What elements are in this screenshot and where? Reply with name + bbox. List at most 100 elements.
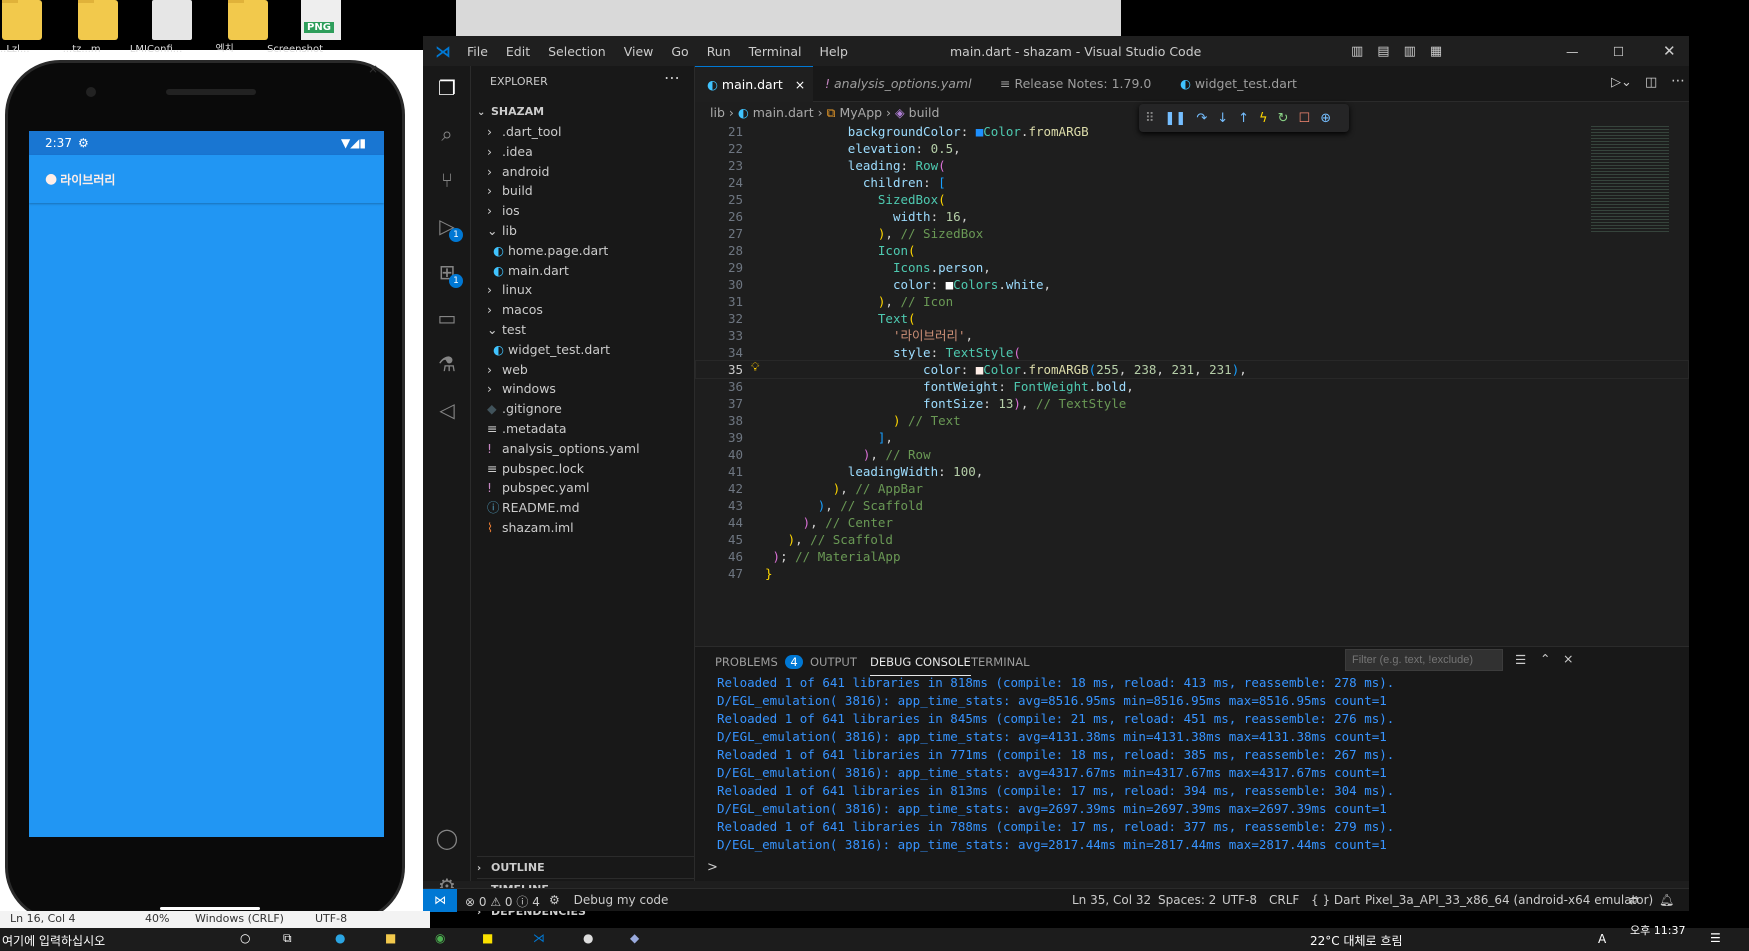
debug-status[interactable]: ⚙ Debug my code — [549, 893, 668, 907]
devtools-icon[interactable]: ⊕ — [1320, 111, 1331, 126]
menu-go[interactable]: Go — [671, 44, 688, 59]
tree-item[interactable]: › .dart_tool — [487, 121, 562, 143]
tree-item[interactable]: ≡ pubspec.lock — [487, 458, 584, 480]
end-of-line[interactable]: CRLF — [1269, 893, 1299, 907]
indentation[interactable]: Spaces: 2 — [1158, 893, 1216, 907]
problems-status[interactable]: ⊗ 0 ⚠ 0 ⓘ 4 — [465, 893, 540, 910]
step-out-icon[interactable]: ↑ — [1238, 111, 1249, 126]
cursor-position[interactable]: Ln 35, Col 32 — [1072, 893, 1151, 907]
drag-handle-icon[interactable]: ⠿ — [1145, 111, 1155, 126]
desktop-folder-icon[interactable] — [78, 0, 118, 40]
stop-icon[interactable]: ☐ — [1299, 111, 1311, 126]
minimap[interactable] — [1591, 124, 1669, 234]
flutter-icon[interactable]: ◁ — [435, 398, 459, 422]
code-editor[interactable]: 21 backgroundColor: ■Color.fromARGB 22 el… — [695, 122, 1689, 646]
panel-tab-problems[interactable]: PROBLEMS 4 — [715, 655, 803, 669]
menu-edit[interactable]: Edit — [506, 44, 530, 59]
split-editor-icon[interactable]: ◫ — [1645, 75, 1657, 90]
kakaotalk-icon[interactable]: ■ — [482, 931, 493, 945]
panel-tab-output[interactable]: OUTPUT — [810, 655, 857, 669]
tree-item[interactable]: › web — [487, 359, 528, 381]
menu-selection[interactable]: Selection — [548, 44, 606, 59]
extensions-icon[interactable]: ⊞ 1 — [435, 260, 463, 288]
maximize-icon[interactable]: ☐ — [1613, 44, 1624, 59]
code-line[interactable]: 47} — [695, 564, 1689, 583]
tree-item[interactable]: › ios — [487, 200, 520, 222]
tree-item[interactable]: ≡ .metadata — [487, 418, 567, 440]
remote-explorer-icon[interactable]: ▭ — [435, 306, 459, 330]
breadcrumb-class[interactable]: MyApp — [839, 105, 882, 120]
tree-item[interactable]: › windows — [487, 378, 556, 400]
tab-close-icon[interactable]: × — [795, 77, 805, 92]
feedback-icon[interactable]: ⇄ — [1629, 893, 1639, 907]
hot-reload-icon[interactable]: ϟ — [1259, 111, 1268, 126]
close-panel-icon[interactable]: × — [1563, 651, 1573, 666]
tree-item[interactable]: ◆ .gitignore — [487, 398, 562, 420]
chrome-icon[interactable]: ◉ — [435, 931, 445, 945]
app-icon[interactable]: ◆ — [630, 931, 639, 945]
tab-widget-test[interactable]: ◐ widget_test.dart — [1168, 66, 1318, 102]
breadcrumb-folder[interactable]: lib — [710, 105, 725, 120]
explorer-icon[interactable]: ❐ — [435, 76, 459, 100]
testing-icon[interactable]: ⚗ — [435, 352, 459, 376]
menu-view[interactable]: View — [624, 44, 654, 59]
tree-item[interactable]: › build — [487, 180, 533, 202]
maximize-panel-icon[interactable]: ⌃ — [1540, 651, 1550, 666]
search-icon[interactable]: ○ — [240, 931, 250, 945]
taskbar-clock[interactable]: 오후 11:37 — [1630, 922, 1685, 938]
run-debug-icon[interactable]: ▷ 1 — [435, 214, 463, 242]
ime-indicator[interactable]: A — [1598, 932, 1606, 946]
menu-file[interactable]: File — [467, 44, 488, 59]
accounts-icon[interactable]: ◯ — [435, 826, 459, 850]
png-file-icon[interactable]: PNG — [301, 0, 341, 40]
vscode-taskbar-icon[interactable]: ⋊ — [533, 931, 545, 945]
flutter-device[interactable]: Pixel_3a_API_33_x86_64 (android-x64 emul… — [1365, 893, 1653, 907]
app-icon[interactable]: ● — [583, 931, 593, 945]
tree-item[interactable]: ◐ widget_test.dart — [493, 339, 610, 361]
tree-item[interactable]: › linux — [487, 279, 532, 301]
edge-icon[interactable]: ● — [335, 931, 345, 945]
run-file-icon[interactable]: ▷⌄ — [1611, 75, 1632, 90]
language-mode[interactable]: { } Dart — [1311, 893, 1360, 907]
config-file-icon[interactable] — [152, 0, 192, 40]
tree-item[interactable]: ! analysis_options.yaml — [487, 438, 640, 460]
step-over-icon[interactable]: ↷ — [1196, 111, 1207, 126]
emulator-close-icon[interactable]: × — [368, 63, 378, 75]
tree-item[interactable]: ◐ home.page.dart — [493, 240, 608, 262]
console-prompt[interactable]: > — [707, 860, 718, 875]
file-explorer-icon[interactable]: ■ — [385, 931, 396, 945]
more-actions-icon[interactable]: ⋯ — [664, 68, 680, 87]
task-view-icon[interactable]: ⧉ — [283, 931, 292, 946]
minimize-icon[interactable]: — — [1566, 44, 1579, 59]
tree-item[interactable]: › .idea — [487, 141, 533, 163]
panel-tab-terminal[interactable]: TERMINAL — [971, 655, 1029, 669]
pause-icon[interactable]: ❚❚ — [1165, 111, 1187, 126]
menu-run[interactable]: Run — [707, 44, 731, 59]
gesture-home-bar[interactable] — [160, 907, 260, 910]
workspace-root[interactable]: ⌄ SHAZAM — [477, 101, 544, 123]
desktop-folder-icon[interactable] — [2, 0, 42, 40]
menu-help[interactable]: Help — [819, 44, 848, 59]
clear-console-icon[interactable]: ☰ — [1515, 652, 1526, 667]
layout-toggle-icons[interactable]: ▥▤▥▦ — [1351, 44, 1456, 59]
tree-item[interactable]: ⓘ README.md — [487, 497, 580, 519]
console-filter-input[interactable] — [1345, 649, 1503, 671]
phone-screen[interactable]: 2:37 ⚙ ▼◢▮ ● 라이브러리 — [29, 131, 384, 837]
close-icon[interactable]: ✕ — [1663, 42, 1676, 60]
tree-item[interactable]: ⌇ shazam.iml — [487, 517, 574, 539]
search-icon[interactable]: ⌕ — [435, 122, 459, 146]
remote-indicator-icon[interactable]: ⋈ — [423, 889, 457, 912]
encoding[interactable]: UTF-8 — [1222, 893, 1257, 907]
tree-item[interactable]: ◐ main.dart — [493, 260, 569, 282]
tree-item[interactable]: › macos — [487, 299, 543, 321]
weather-widget[interactable]: 22°C 대체로 흐림 — [1310, 932, 1402, 949]
restart-icon[interactable]: ↻ — [1278, 111, 1289, 126]
editor-more-icon[interactable]: ⋯ — [1671, 73, 1685, 89]
notifications-bell-icon[interactable]: 🔔︎ — [1659, 893, 1674, 907]
breadcrumb-method[interactable]: build — [909, 105, 940, 120]
source-control-icon[interactable]: ⑂ — [435, 168, 459, 192]
taskbar-search-box[interactable]: 여기에 입력하십시오 — [2, 932, 105, 949]
menu-terminal[interactable]: Terminal — [749, 44, 802, 59]
tree-item[interactable]: ! pubspec.yaml — [487, 477, 589, 499]
notification-center-icon[interactable]: ☰ — [1710, 931, 1721, 945]
